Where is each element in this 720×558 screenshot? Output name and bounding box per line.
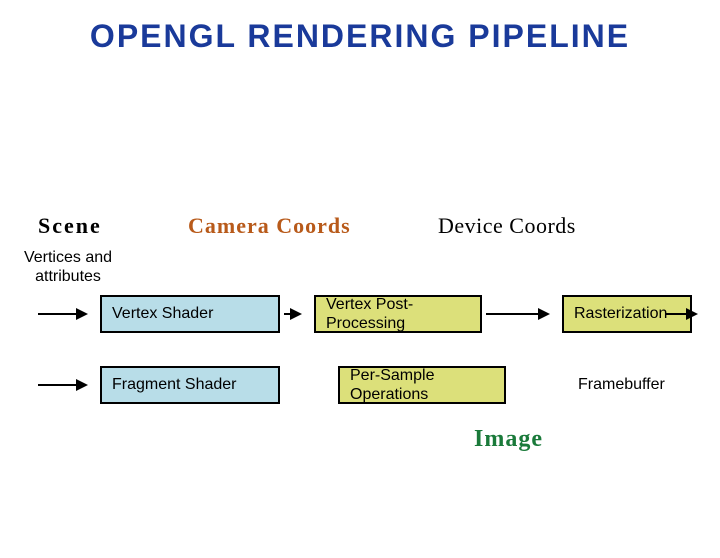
arrow-icon xyxy=(38,313,86,315)
label-vertices-attributes: Vertices and attributes xyxy=(18,248,118,286)
label-scene: Scene xyxy=(38,213,102,239)
label-image: Image xyxy=(474,426,543,453)
label-device-coords: Device Coords xyxy=(438,213,576,239)
stage-fragment-shader: Fragment Shader xyxy=(100,366,280,404)
stage-vertex-shader: Vertex Shader xyxy=(100,295,280,333)
label-camera-coords: Camera Coords xyxy=(188,213,351,239)
stage-framebuffer: Framebuffer xyxy=(568,366,696,404)
arrow-icon xyxy=(666,313,696,315)
arrow-icon xyxy=(486,313,548,315)
arrow-icon xyxy=(38,384,86,386)
arrow-icon xyxy=(284,313,300,315)
stage-vertex-post-processing: Vertex Post-Processing xyxy=(314,295,482,333)
page-title: OPENGL RENDERING PIPELINE xyxy=(0,18,720,55)
stage-per-sample-operations: Per-Sample Operations xyxy=(338,366,506,404)
